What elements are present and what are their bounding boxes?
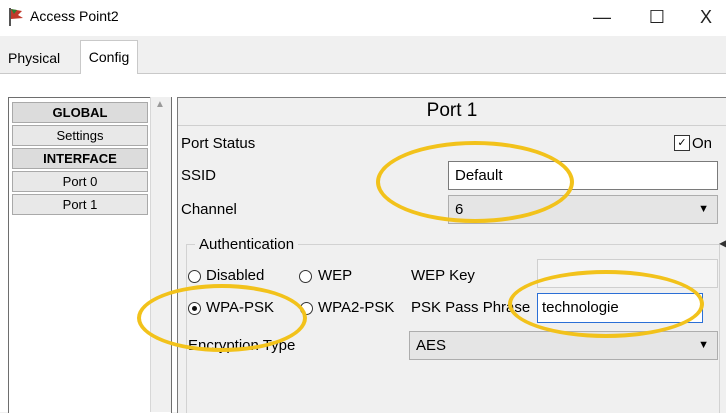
channel-value: 6	[455, 201, 464, 218]
radio-wep-label[interactable]: WEP	[318, 266, 352, 286]
channel-label: Channel	[181, 201, 237, 218]
encryption-type-label: Encryption Type	[188, 337, 296, 354]
ssid-input[interactable]: Default	[448, 161, 718, 190]
access-point-icon	[9, 8, 23, 26]
wep-key-input[interactable]	[537, 259, 718, 288]
sidebar-header-global: GLOBAL	[12, 102, 148, 123]
sidebar-scrollbar[interactable]	[150, 97, 171, 412]
radio-wep[interactable]	[299, 270, 312, 283]
maximize-button[interactable]: ☐	[637, 2, 677, 32]
authentication-title: Authentication	[195, 235, 299, 255]
port-status-label: Port Status	[181, 135, 256, 152]
sidebar-item-port1[interactable]: Port 1	[12, 194, 148, 215]
tab-config[interactable]: Config	[80, 40, 138, 74]
wep-key-label: WEP Key	[411, 267, 475, 284]
port-title: Port 1	[426, 100, 478, 121]
encryption-value: AES	[416, 337, 447, 354]
window-title: Access Point2	[30, 8, 119, 24]
on-label: On	[692, 135, 713, 152]
radio-disabled[interactable]	[188, 270, 201, 283]
sidebar-header-interface: INTERFACE	[12, 148, 148, 169]
radio-wpa-psk[interactable]	[188, 302, 201, 315]
on-checkbox[interactable]: ✓	[674, 135, 690, 151]
radio-wpa2-psk-label[interactable]: WPA2-PSK	[318, 298, 394, 318]
chevron-down-icon: ▼	[698, 339, 709, 351]
sidebar-item-settings[interactable]: Settings	[12, 125, 148, 146]
scroll-up-icon[interactable]: ▲	[150, 97, 170, 113]
ssid-label: SSID	[181, 167, 217, 184]
chevron-left-icon: ◀	[719, 236, 726, 250]
radio-disabled-label[interactable]: Disabled	[206, 266, 264, 286]
tab-physical[interactable]: Physical	[2, 44, 66, 72]
sidebar-item-port0[interactable]: Port 0	[12, 171, 148, 192]
check-icon: ✓	[677, 137, 687, 149]
psk-pass-phrase-input[interactable]: technologie	[537, 293, 703, 323]
chevron-down-icon: ▼	[698, 203, 709, 215]
encryption-type-select[interactable]: AES ▼	[409, 331, 718, 360]
minimize-button[interactable]: —	[582, 2, 622, 32]
radio-wpa-psk-label[interactable]: WPA-PSK	[206, 298, 274, 318]
radio-wpa2-psk[interactable]	[300, 302, 313, 315]
psk-pass-phrase-label: PSK Pass Phrase	[411, 299, 531, 316]
title-divider	[178, 125, 726, 126]
channel-select[interactable]: 6 ▼	[448, 195, 718, 224]
close-button[interactable]: X	[686, 2, 726, 32]
